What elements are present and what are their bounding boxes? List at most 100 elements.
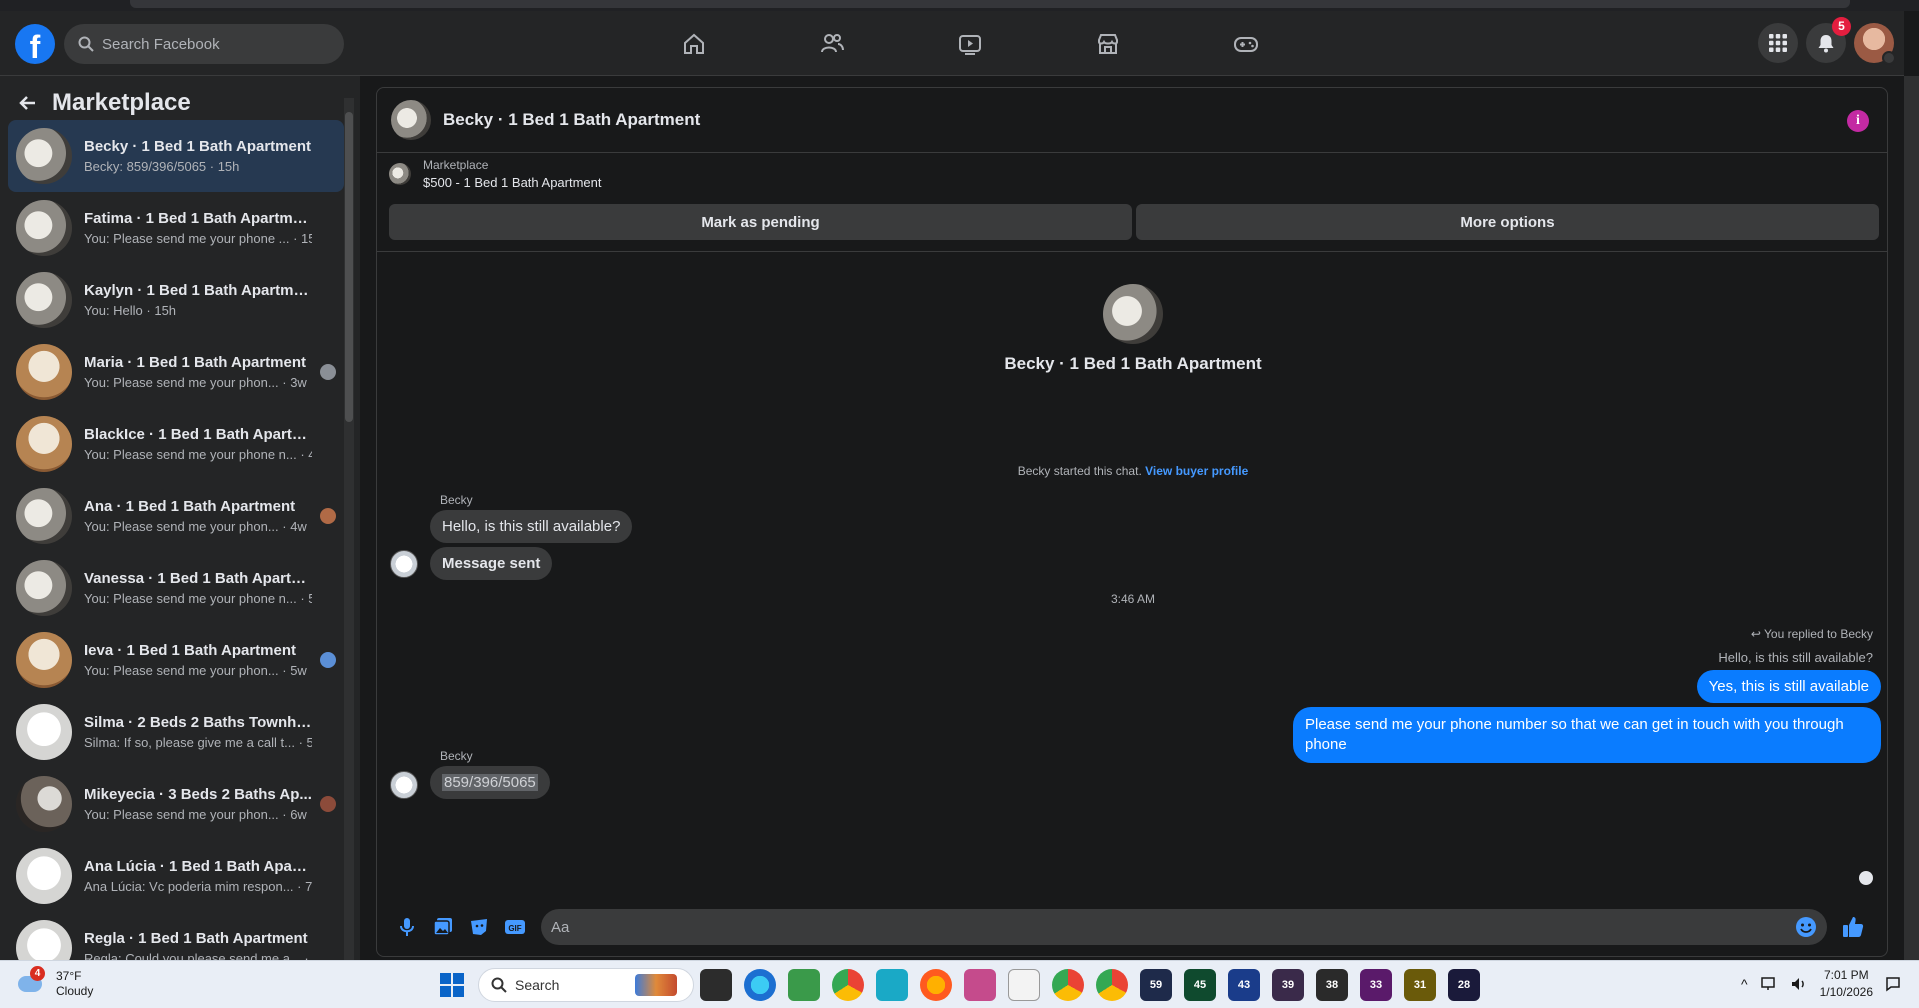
conversation-item[interactable]: Ieva · 1 Bed 1 Bath Apartment You: Please…	[8, 624, 344, 696]
sticker-button[interactable]	[461, 909, 497, 945]
conversation-item[interactable]: Ana Lúcia · 1 Bed 1 Bath Apartm... Ana Lú…	[8, 840, 344, 912]
conversation-name: Regla · 1 Bed 1 Bath Apartment	[84, 930, 308, 947]
facebook-logo[interactable]: f	[15, 24, 55, 64]
taskbar-search[interactable]	[478, 968, 694, 1002]
gauge-app-icon[interactable]: 45	[1184, 969, 1216, 1001]
search-highlight-icon	[635, 974, 677, 996]
nav-gaming[interactable]	[1177, 11, 1315, 76]
menu-button[interactable]	[1758, 23, 1798, 63]
reply-quote[interactable]: Hello, is this still available?	[1718, 650, 1873, 665]
edge-icon[interactable]	[744, 969, 776, 1001]
gif-button[interactable]: GIF	[497, 909, 533, 945]
gauge-app-icon[interactable]: 43	[1228, 969, 1260, 1001]
like-button[interactable]	[1835, 909, 1871, 945]
search-input[interactable]	[102, 35, 322, 53]
back-arrow-icon[interactable]	[18, 93, 38, 113]
file-explorer-icon[interactable]	[700, 969, 732, 1001]
gauge-app-icon[interactable]: 28	[1448, 969, 1480, 1001]
chrome-icon[interactable]	[832, 969, 864, 1001]
top-navigation: f 5	[0, 11, 1904, 76]
conversation-item[interactable]: Ana · 1 Bed 1 Bath Apartment You: Please …	[8, 480, 344, 552]
main-nav-tabs	[625, 11, 1315, 76]
thumbs-up-icon	[1843, 917, 1864, 937]
outgoing-message[interactable]: Please send me your phone number so that…	[1293, 707, 1881, 763]
notepad-icon[interactable]	[1008, 969, 1040, 1001]
nav-home[interactable]	[625, 11, 763, 76]
gauge-app-icon[interactable]: 33	[1360, 969, 1392, 1001]
taskbar-apps: 59 45 43 39 38 33 31 28	[700, 969, 1480, 1001]
conversation-item[interactable]: Mikeyecia · 3 Beds 2 Baths Ap... You: Ple…	[8, 768, 344, 840]
voice-clip-button[interactable]	[389, 909, 425, 945]
nav-watch[interactable]	[901, 11, 1039, 76]
conversation-item[interactable]: BlackIce · 1 Bed 1 Bath Apartment You: Pl…	[8, 408, 344, 480]
nav-friends[interactable]	[763, 11, 901, 76]
listing-bar[interactable]: Marketplace $500 - 1 Bed 1 Bath Apartmen…	[377, 154, 1887, 194]
sidebar-scrollbar[interactable]	[344, 98, 354, 963]
listing-actions: Mark as pending More options	[389, 204, 1879, 240]
reply-note: ↩ You replied to Becky	[1751, 627, 1873, 641]
account-controls: 5	[1758, 17, 1896, 65]
conversation-item[interactable]: Fatima · 1 Bed 1 Bath Apartment You: Plea…	[8, 192, 344, 264]
account-avatar[interactable]	[1854, 23, 1896, 65]
incoming-message[interactable]: 859/396/5065	[430, 766, 550, 799]
phone-number-text[interactable]: 859/396/5065	[442, 774, 538, 791]
mark-pending-button[interactable]: Mark as pending	[389, 204, 1132, 240]
network-icon[interactable]	[1760, 976, 1778, 992]
listing-thumbnail	[16, 488, 72, 544]
page-scrollbar[interactable]	[1904, 76, 1919, 960]
sender-avatar[interactable]	[390, 771, 418, 799]
conversation-preview: Ana Lúcia: Vc poderia mim respon... · 7w	[84, 879, 312, 894]
sender-avatar[interactable]	[390, 550, 418, 578]
app-icon[interactable]	[876, 969, 908, 1001]
chrome-profile-icon[interactable]	[1096, 969, 1128, 1001]
weather-widget[interactable]: 4 37°F Cloudy	[18, 966, 93, 999]
chat-profile: Becky · 1 Bed 1 Bath Apartment	[377, 284, 1887, 374]
listing-thumbnail	[389, 163, 411, 185]
gauge-app-icon[interactable]: 38	[1316, 969, 1348, 1001]
nav-marketplace[interactable]	[1039, 11, 1177, 76]
conversation-item[interactable]: Becky · 1 Bed 1 Bath Apartment Becky: 859…	[8, 120, 344, 192]
gauge-app-icon[interactable]: 59	[1140, 969, 1172, 1001]
more-options-button[interactable]: More options	[1136, 204, 1879, 240]
conversation-name: Kaylyn · 1 Bed 1 Bath Apartment	[84, 282, 312, 299]
conversation-item[interactable]: Silma · 2 Beds 2 Baths Townhouse Silma: I…	[8, 696, 344, 768]
chat-title[interactable]: Becky · 1 Bed 1 Bath Apartment	[443, 110, 700, 130]
notifications-button[interactable]: 5	[1806, 17, 1851, 63]
taskbar-search-input[interactable]	[515, 977, 635, 993]
chrome-profile-icon[interactable]	[1052, 969, 1084, 1001]
emoji-icon[interactable]	[1795, 916, 1817, 938]
conversation-item[interactable]: Vanessa · 1 Bed 1 Bath Apartment You: Ple…	[8, 552, 344, 624]
gauge-app-icon[interactable]: 31	[1404, 969, 1436, 1001]
conversation-preview: Becky: 859/396/5065 · 15h	[84, 159, 240, 174]
message-input-box[interactable]	[541, 909, 1827, 945]
conversation-name: Ieva · 1 Bed 1 Bath Apartment	[84, 642, 296, 659]
attach-photo-button[interactable]	[425, 909, 461, 945]
outgoing-message[interactable]: Yes, this is still available	[1696, 670, 1881, 703]
conversation-item[interactable]: Kaylyn · 1 Bed 1 Bath Apartment You: Hell…	[8, 264, 344, 336]
volume-icon[interactable]	[1790, 976, 1808, 992]
system-clock[interactable]: 7:01 PM 1/10/2026	[1820, 967, 1873, 1001]
listing-thumbnail[interactable]	[391, 100, 431, 140]
info-icon[interactable]: i	[1847, 110, 1869, 132]
spreadsheet-icon[interactable]	[788, 969, 820, 1001]
search-box[interactable]	[64, 24, 344, 64]
notification-center-icon[interactable]	[1885, 976, 1901, 992]
start-button[interactable]	[440, 973, 464, 997]
gauge-app-icon[interactable]: 39	[1272, 969, 1304, 1001]
chevron-up-icon[interactable]: ^	[1741, 976, 1748, 992]
listing-thumbnail[interactable]	[1103, 284, 1163, 344]
conversation-name: Ana · 1 Bed 1 Bath Apartment	[84, 498, 296, 515]
message-input[interactable]	[551, 918, 1795, 936]
conversation-item[interactable]: Maria · 1 Bed 1 Bath Apartment You: Pleas…	[8, 336, 344, 408]
svg-text:GIF: GIF	[508, 924, 521, 933]
view-buyer-profile-link[interactable]: View buyer profile	[1145, 464, 1248, 478]
conversation-name: Fatima · 1 Bed 1 Bath Apartment	[84, 210, 312, 227]
search-icon	[491, 977, 507, 993]
conversation-item[interactable]: Regla · 1 Bed 1 Bath Apartment Regla: Cou…	[8, 912, 344, 960]
firefox-icon[interactable]	[920, 969, 952, 1001]
incoming-message[interactable]: Message sent	[430, 547, 553, 580]
incoming-message[interactable]: Hello, is this still available?	[430, 510, 633, 543]
scrollbar-thumb[interactable]	[345, 112, 353, 422]
conversation-preview: You: Please send me your phon... · 4w	[84, 519, 307, 534]
snipping-tool-icon[interactable]	[964, 969, 996, 1001]
